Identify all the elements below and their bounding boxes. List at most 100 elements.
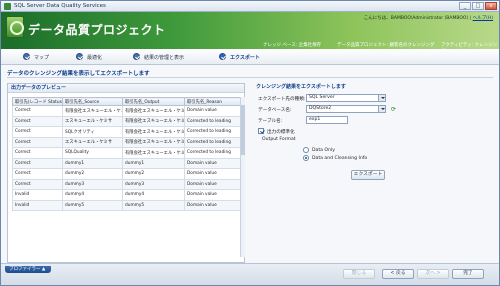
table-cell: 有限会社エスキューエル・ケミサ [122,105,185,117]
table-name-label: テーブル名: [258,119,283,124]
table-row[interactable]: Correct dummy3 dummy3 Domain value [12,178,245,190]
export-panel: クレンジング結果をエクスポートします エクスポート先の種類: SQL Serve… [253,83,493,263]
table-cell: dummy4 [62,189,123,201]
data-quality-logo-icon [6,16,24,38]
table-cell: SQLQuality [62,147,123,159]
data-only-radio[interactable] [303,147,309,153]
close-button[interactable]: 閉じる [343,269,375,279]
check-icon [219,53,226,60]
table-row[interactable]: Correct エスキューエル・ケミサ 有限会社エスキューエル・ケミサ Correct… [12,115,245,127]
database-value: DQStore2 [309,106,332,111]
table-cell: Correct [12,157,63,169]
output-format-label: Output Format [262,137,296,142]
step-label: 最適化 [87,55,103,61]
table-row[interactable]: Invalid dummy5 dummy5 Domain value [12,199,245,211]
application-window: SQL Server Data Quality Services _ □ x デ… [0,0,500,286]
chevron-down-icon [378,95,385,101]
database-select[interactable]: DQStore2 [306,105,386,113]
vertical-scrollbar[interactable] [240,97,245,257]
breadcrumb-knowledge-base: ナレッジ ベース: 企業社保存 [263,43,322,48]
table-row[interactable]: Correct SQLQuality 有限会社エスキューエル・ケミサ Correcte… [12,147,245,159]
step-label: マップ [34,55,50,61]
data-and-cleansing-label: Data and Cleansing Info [312,156,368,161]
database-label: データベース名: [258,108,292,113]
radio-data-cleansing-row: Data and Cleansing Info [303,154,403,163]
export-button[interactable]: エクスポート [351,170,385,180]
minimize-button[interactable]: _ [459,2,471,10]
table-cell: Corrected to leading [184,115,245,127]
table-cell: 有限会社エスキューエル・ケミサ [122,136,185,148]
table-cell: dummy3 [122,178,185,190]
column-header[interactable]: 取引先名_Reason [184,97,245,106]
step-label: 結果の管理と表示 [144,55,185,61]
table-cell: 有限会社エスキューエル・ケミサ [122,147,185,159]
title-bar: SQL Server Data Quality Services _ □ x [1,1,499,12]
back-button[interactable]: < 戻る [382,269,414,279]
divider [7,77,493,78]
destination-row: エクスポート先の種類: SQL Server [258,94,408,103]
table-cell: Corrected to leading [184,126,245,138]
scrollbar-thumb[interactable] [241,105,245,155]
instruction-text: データのクレンジング結果を表示してエクスポートします [7,71,150,77]
table-cell: 有限会社エスキューエル・ケミサ [122,115,185,127]
table-row[interactable]: Correct SQLクオリティ 有限会社エスキューエル・ケミサ Corrected … [12,126,245,138]
column-header[interactable]: 取引先名_Source [62,97,123,106]
data-only-label: Data Only [312,148,335,153]
profiler-tab[interactable]: プロファイラー ▲ [5,266,51,273]
table-row[interactable]: Correct dummy1 dummy1 Domain value [12,157,245,169]
table-cell: Correct [12,105,63,117]
finish-button[interactable]: 完了 [452,269,484,279]
table-cell: Invalid [12,199,63,211]
table-row[interactable]: Correct エスキューエル・ケミサ 有限会社エスキューエル・ケミサ Correct… [12,136,245,148]
table-row[interactable]: Invalid dummy4 dummy4 Domain value [12,189,245,201]
footer-bar: プロファイラー ▲ 閉じる < 戻る 次へ > 完了 [1,263,499,285]
destination-value: SQL Server [309,95,335,100]
table-cell: 有限会社エスキューエル・ケミサ [62,105,123,117]
data-and-cleansing-radio[interactable] [303,155,309,161]
check-icon [76,53,83,60]
column-header[interactable]: 取引先名_Output [122,97,185,106]
table-cell: dummy3 [62,178,123,190]
column-header[interactable]: 取引先(レコード Status) [12,97,63,106]
preview-table[interactable]: 取引先(レコード Status) 取引先名_Source 取引先名_Output… [12,97,245,211]
output-preview-panel: 出力データのプレビュー 取引先(レコード Status) 取引先名_Source… [7,83,245,263]
table-cell: dummy4 [122,189,185,201]
table-cell: エスキューエル・ケミサ [62,115,123,127]
destination-select[interactable]: SQL Server [306,94,386,102]
project-banner: データ品質プロジェクト こんにちは、BAMBOO\Administrator (… [1,12,499,54]
table-cell: Domain value [184,199,245,211]
export-title: クレンジング結果をエクスポートします [256,84,346,90]
maximize-button[interactable]: □ [472,2,484,10]
table-cell: Invalid [12,189,63,201]
table-cell: Domain value [184,189,245,201]
close-window-button[interactable]: x [485,2,497,10]
help-link[interactable]: ヘルプ(H) [473,16,493,21]
table-cell: エスキューエル・ケミサ [62,136,123,148]
table-cell: Corrected to leading [184,147,245,159]
table-cell: SQLクオリティ [62,126,123,138]
table-cell: dummy5 [122,199,185,211]
table-cell: 有限会社エスキューエル・ケミサ [122,126,185,138]
output-format-row: Output Format [258,135,378,144]
table-cell: Domain value [184,168,245,180]
table-row[interactable]: Correct dummy2 dummy2 Domain value [12,168,245,180]
table-cell: Correct [12,115,63,127]
chevron-down-icon [378,106,385,112]
window-title: SQL Server Data Quality Services [14,3,106,9]
database-row: データベース名: DQStore2 ⟳ [258,105,408,114]
table-cell: Correct [12,126,63,138]
check-icon [133,53,140,60]
table-row[interactable]: Correct有限会社エスキューエル・ケミサ有限会社エスキューエル・ケミサDom… [12,105,245,117]
user-name: こんにちは、BAMBOO\Administrator (BAMBOO) | [363,16,472,21]
table-cell: Correct [12,147,63,159]
table-cell: dummy1 [62,157,123,169]
refresh-icon[interactable]: ⟳ [391,106,398,113]
table-name-row: テーブル名: exp1 [258,116,408,125]
destination-label: エクスポート先の種類: [258,97,306,102]
standardize-checkbox[interactable] [258,128,264,134]
table-cell: Correct [12,168,63,180]
breadcrumb-project: データ品質プロジェクト: 顧客名のクレンジング [337,43,435,48]
table-name-input[interactable]: exp1 [306,116,348,124]
next-button[interactable]: 次へ > [417,269,449,279]
table-cell: dummy2 [62,168,123,180]
